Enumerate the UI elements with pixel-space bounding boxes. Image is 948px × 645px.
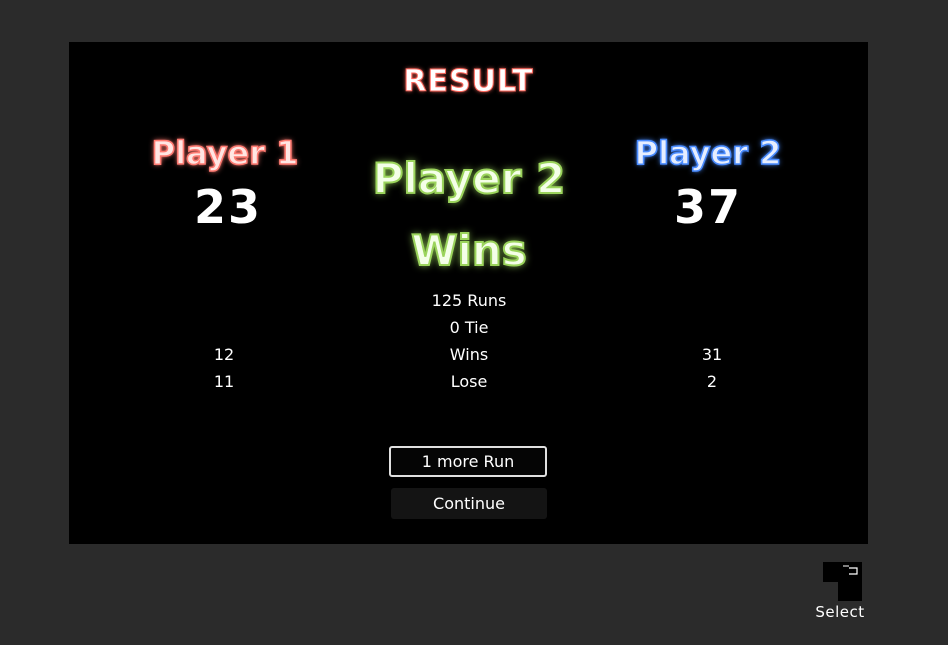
player2-wins: 31 (701, 345, 723, 364)
player1-score: 23 (193, 180, 262, 234)
player1-name: Player 1 (151, 133, 299, 173)
select-key-icon (823, 562, 862, 601)
player2-lose: 2 (706, 372, 718, 391)
player1-wins: 12 (213, 345, 235, 364)
one-more-run-button[interactable]: 1 more Run (389, 446, 547, 477)
lose-label: Lose (450, 372, 488, 391)
continue-button[interactable]: Continue (391, 488, 547, 519)
result-panel: RESULT Player 1 23 Player 2 Wins Player … (69, 42, 868, 544)
player1-lose: 11 (213, 372, 235, 391)
result-title: RESULT (403, 64, 534, 100)
winner-wins-label: Wins (410, 225, 528, 276)
winner-name: Player 2 (372, 153, 567, 204)
select-label: Select (815, 603, 865, 621)
wins-label: Wins (449, 345, 489, 364)
total-runs: 125 Runs (431, 291, 507, 310)
player2-score: 37 (673, 180, 742, 234)
player2-name: Player 2 (634, 133, 782, 173)
tie-count: 0 Tie (449, 318, 489, 337)
